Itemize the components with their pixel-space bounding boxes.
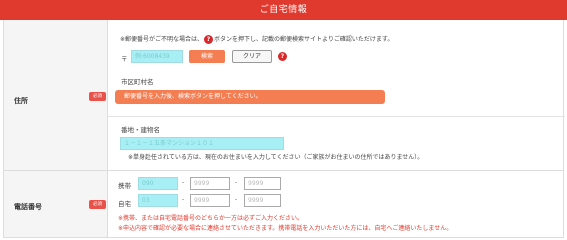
street-label: 番地・建物名 [121,126,160,134]
dash: - [235,179,238,186]
mobile-part1-input[interactable]: 090 [138,177,178,190]
home-part1-input[interactable]: 03 [138,194,178,207]
zip-mark: 〒 [121,55,128,63]
row-divider [4,170,563,171]
dash: - [182,179,185,186]
phone-label: 電話番号 [14,203,42,211]
city-banner: 郵便番号を入力後、検索ボタンを押してください。 [115,90,385,104]
zip-hint-before: ※郵便番号がご不明な場合は、 [120,36,204,43]
clear-button[interactable]: クリア [232,50,272,63]
phone-required-badge: 必須 [89,200,106,209]
street-note: ※単身赴任されている方は、現在のお住まいを入力してください（ご家族がお住まいの住… [128,154,424,161]
section-title: ご自宅情報 [259,5,308,15]
address-required-badge: 必須 [89,92,106,101]
zip-hint-after: ボタンを押下し、記載の郵便検索サイトよりご確認いただけます。 [214,36,394,43]
help-icon[interactable]: ? [204,35,214,44]
zip-input[interactable]: 例:6008439 [131,50,183,63]
address-label: 住所 [14,97,28,105]
city-label: 市区町村名 [121,78,154,86]
section-header: ご自宅情報 [0,0,567,20]
dash: - [182,196,185,203]
street-input[interactable]: １－１－１五条マンション１０１ [120,137,284,150]
home-part2-input[interactable]: 9999 [190,194,230,207]
phone-note-1: ※携帯、または自宅電話番号のどちらか一方は必ずご入力ください。 [118,215,304,222]
field-divider [108,116,565,117]
help-icon[interactable]: ? [278,52,287,61]
mobile-part3-input[interactable]: 9999 [244,177,281,190]
search-button[interactable]: 検索 [189,50,225,63]
zip-hint: ※郵便番号がご不明な場合は、? ボタンを押下し、記載の郵便検索サイトよりご確認いた… [120,34,393,44]
home-part3-input[interactable]: 9999 [244,194,281,207]
mobile-part2-input[interactable]: 9999 [190,177,230,190]
mobile-label: 携帯 [118,182,131,190]
home-label: 自宅 [118,200,131,208]
dash: - [235,196,238,203]
form-table: 住所 必須 ※郵便番号がご不明な場合は、? ボタンを押下し、記載の郵便検索サイトよ… [3,20,565,238]
phone-note-2: ※申込内容で確認が必要な場合に連絡させていただきます。携帯電話を入力いただいた方… [118,225,453,232]
